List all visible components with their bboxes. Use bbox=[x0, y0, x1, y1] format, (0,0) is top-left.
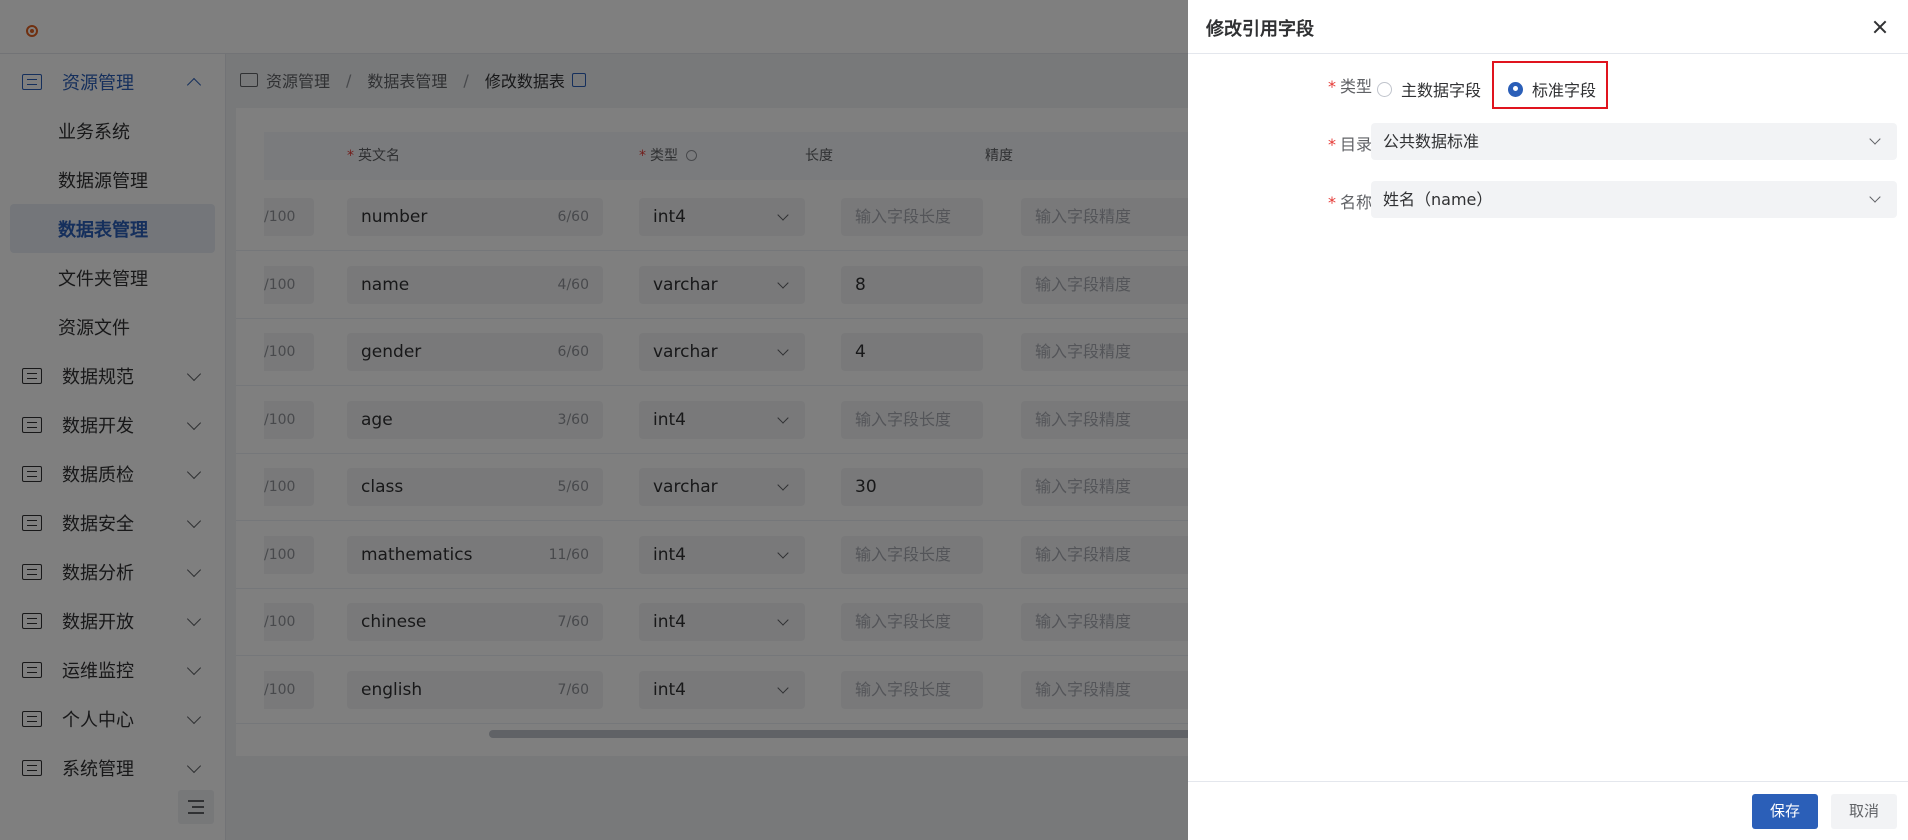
radio-unchecked-icon bbox=[1377, 81, 1392, 97]
catalog-label: * 目录 bbox=[1327, 135, 1372, 154]
radio-master-field[interactable]: 主数据字段 bbox=[1377, 77, 1481, 101]
close-icon[interactable] bbox=[1870, 17, 1890, 37]
type-label: * 类型 bbox=[1327, 77, 1372, 96]
radio-label: 主数据字段 bbox=[1401, 81, 1482, 100]
name-select[interactable]: 姓名（name） bbox=[1371, 181, 1897, 218]
chevron-down-icon bbox=[1869, 191, 1881, 203]
drawer-footer: 保存 取消 bbox=[1188, 781, 1908, 840]
catalog-select[interactable]: 公共数据标准 bbox=[1371, 123, 1897, 160]
drawer-title: 修改引用字段 bbox=[1206, 19, 1314, 40]
highlight-annotation bbox=[1492, 61, 1608, 109]
edit-reference-field-drawer: 修改引用字段 * 类型 主数据字段 标准字段 * 目录 公共数据标准 * 名称 姓名（… bbox=[1188, 0, 1908, 840]
chevron-down-icon bbox=[1869, 133, 1881, 145]
name-label: * 名称 bbox=[1327, 193, 1372, 212]
save-button[interactable]: 保存 bbox=[1752, 794, 1818, 829]
drawer-header: 修改引用字段 bbox=[1188, 0, 1908, 54]
cancel-button[interactable]: 取消 bbox=[1831, 794, 1897, 829]
